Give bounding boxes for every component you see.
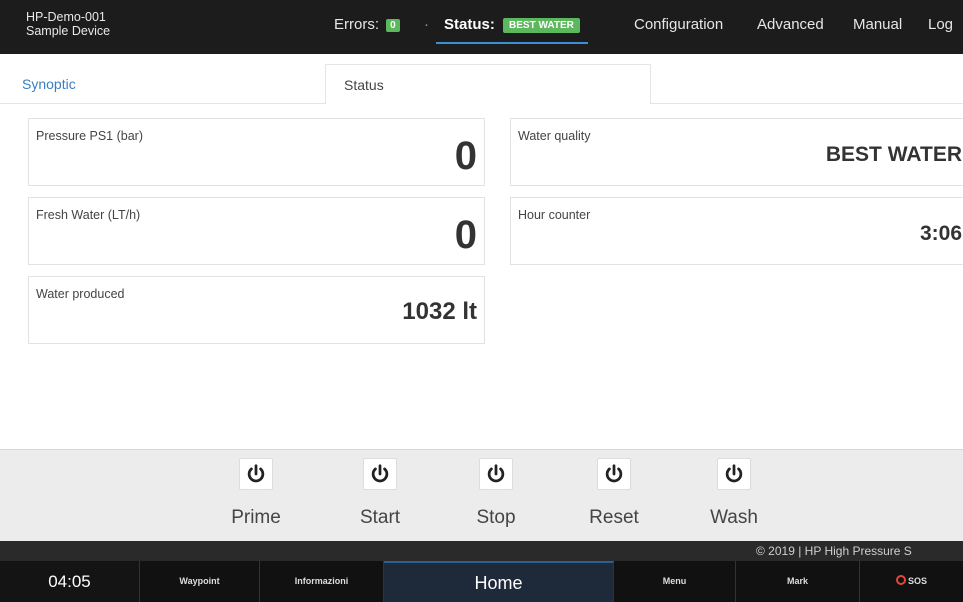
wash-button[interactable]: Wash	[689, 458, 779, 529]
fresh-water-label: Fresh Water (LT/h)	[36, 208, 141, 222]
power-icon	[239, 458, 273, 490]
bottom-nav-sos[interactable]: SOS	[860, 561, 963, 602]
wash-label: Wash	[710, 507, 758, 528]
nav-configuration[interactable]: Configuration	[634, 16, 723, 33]
tab-bar: Synoptic Status	[0, 64, 963, 105]
pressure-label: Pressure PS1 (bar)	[36, 129, 143, 143]
water-quality-label: Water quality	[518, 129, 591, 143]
control-bar: Prime Start Stop Reset Wash	[0, 449, 963, 541]
water-quality-value: BEST WATER	[825, 143, 962, 166]
power-icon	[479, 458, 513, 490]
start-button[interactable]: Start	[335, 458, 425, 529]
water-produced-value: 1032 lt	[402, 298, 477, 325]
hour-counter-card: Hour counter 3:06	[510, 197, 963, 265]
water-produced-label: Water produced	[36, 287, 125, 301]
bottom-nav-waypoint[interactable]: Waypoint	[140, 561, 260, 602]
prime-label: Prime	[231, 507, 281, 528]
hour-counter-label: Hour counter	[518, 208, 591, 222]
status-badge: BEST WATER	[503, 18, 580, 33]
status-label: Status:	[444, 16, 495, 33]
errors-label: Errors:	[334, 16, 379, 33]
power-icon	[363, 458, 397, 490]
errors-count-badge: 0	[386, 19, 400, 32]
hour-counter-value: 3:06	[919, 222, 962, 245]
nav-advanced[interactable]: Advanced	[757, 16, 824, 33]
bottom-nav-mark[interactable]: Mark	[736, 561, 860, 602]
pressure-card: Pressure PS1 (bar) 0	[28, 118, 485, 186]
bottom-nav: 04:05 Waypoint Informazioni Home Menu Ma…	[0, 561, 963, 602]
pressure-value: 0	[454, 134, 477, 178]
footer-strip: © 2019 | HP High Pressure S	[0, 541, 963, 561]
water-produced-card: Water produced 1032 lt	[28, 276, 485, 344]
status-indicator[interactable]: Status: BEST WATER	[436, 16, 588, 44]
sos-label: SOS	[907, 576, 927, 586]
fresh-water-value: 0	[454, 213, 477, 257]
errors-indicator[interactable]: Errors: 0	[334, 16, 400, 33]
tab-status[interactable]: Status	[325, 64, 651, 105]
device-subtitle: Sample Device	[26, 24, 111, 38]
reset-label: Reset	[589, 507, 639, 528]
fresh-water-card: Fresh Water (LT/h) 0	[28, 197, 485, 265]
stop-button[interactable]: Stop	[451, 458, 541, 529]
nav-log[interactable]: Log	[928, 16, 953, 33]
stop-label: Stop	[476, 507, 516, 528]
device-name: HP-Demo-001	[26, 10, 106, 24]
power-icon	[717, 458, 751, 490]
nav-manual[interactable]: Manual	[853, 16, 902, 33]
prime-button[interactable]: Prime	[211, 458, 301, 529]
bottom-nav-informazioni[interactable]: Informazioni	[260, 561, 384, 602]
bottom-nav-home[interactable]: Home	[384, 561, 614, 602]
start-label: Start	[359, 507, 401, 528]
reset-button[interactable]: Reset	[569, 458, 659, 529]
lifebuoy-icon	[895, 575, 906, 585]
bottom-nav-menu[interactable]: Menu	[614, 561, 736, 602]
water-quality-card: Water quality BEST WATER	[510, 118, 963, 186]
copyright-text: © 2019 | HP High Pressure S	[756, 544, 912, 558]
tab-synoptic[interactable]: Synoptic	[4, 64, 314, 104]
power-icon	[597, 458, 631, 490]
top-bar: HP-Demo-001 Sample Device Errors: 0 · St…	[0, 0, 963, 54]
header-separator: ·	[424, 16, 429, 33]
device-info: HP-Demo-001 Sample Device	[26, 10, 110, 38]
clock-display: 04:05	[0, 561, 140, 602]
